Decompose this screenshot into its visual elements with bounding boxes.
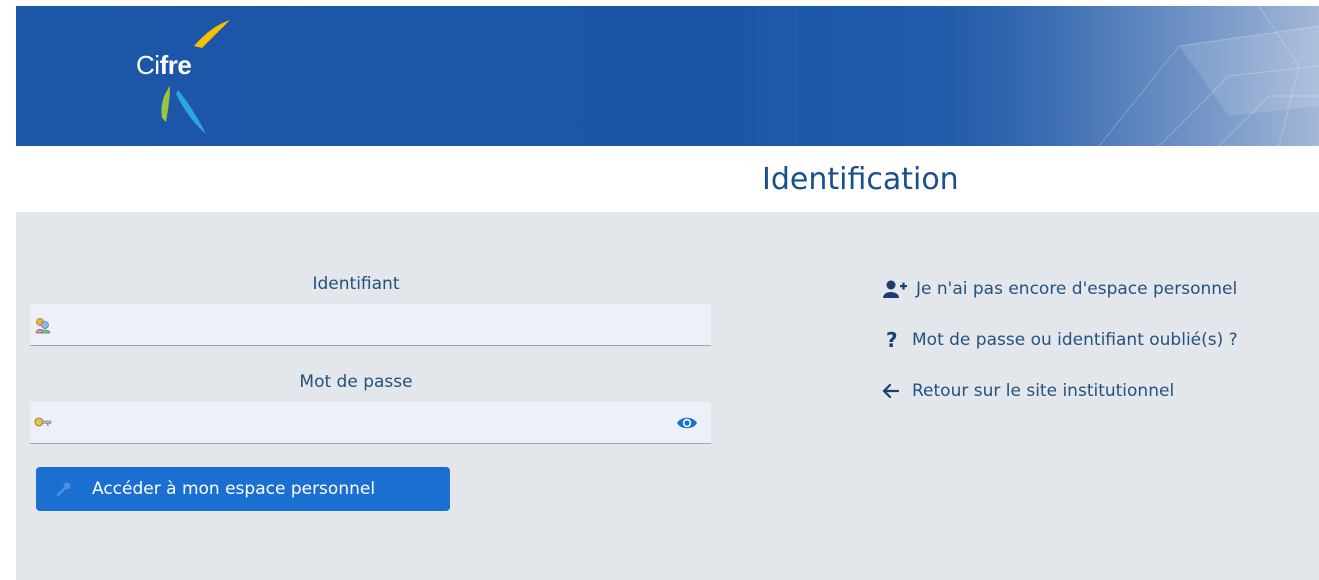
logo-text-light: Ci [136, 50, 160, 80]
header-banner: Cifre [16, 6, 1319, 146]
password-field[interactable] [30, 402, 711, 444]
banner-decoration [1098, 6, 1319, 146]
create-account-link[interactable]: Je n'ai pas encore d'espace personnel [882, 276, 1238, 302]
user-plus-icon [882, 280, 912, 298]
login-label: Identifiant [312, 274, 400, 294]
password-input[interactable] [54, 402, 673, 443]
back-to-site-label: Retour sur le site institutionnel [912, 381, 1175, 401]
login-panel: Identifiant Mot de passe Accéder à mon e… [16, 212, 1319, 580]
question-icon: ? [886, 328, 898, 352]
login-input[interactable] [54, 304, 711, 345]
page-title: Identification [762, 162, 959, 197]
forgot-credentials-label: Mot de passe ou identifiant oublié(s) ? [912, 330, 1238, 350]
login-field[interactable] [30, 304, 711, 346]
logo-text: Cifre [136, 50, 192, 81]
forgot-credentials-link[interactable]: ? Mot de passe ou identifiant oublié(s) … [882, 327, 1238, 353]
login-submit-label: Accéder à mon espace personnel [92, 479, 376, 499]
key-button-icon [56, 481, 78, 497]
login-page: Cifre Identification Identifiant Mot de … [0, 0, 1319, 580]
password-label: Mot de passe [299, 372, 413, 392]
login-submit-button[interactable]: Accéder à mon espace personnel [36, 467, 450, 511]
eye-icon[interactable] [673, 409, 701, 437]
users-icon [32, 314, 54, 336]
help-links: Je n'ai pas encore d'espace personnel ? … [882, 276, 1238, 429]
create-account-label: Je n'ai pas encore d'espace personnel [916, 279, 1238, 299]
key-icon [32, 412, 54, 434]
back-to-site-link[interactable]: Retour sur le site institutionnel [882, 378, 1238, 404]
cifre-logo[interactable]: Cifre [136, 14, 256, 144]
logo-text-bold: fre [159, 50, 192, 80]
arrow-left-icon [882, 384, 912, 398]
